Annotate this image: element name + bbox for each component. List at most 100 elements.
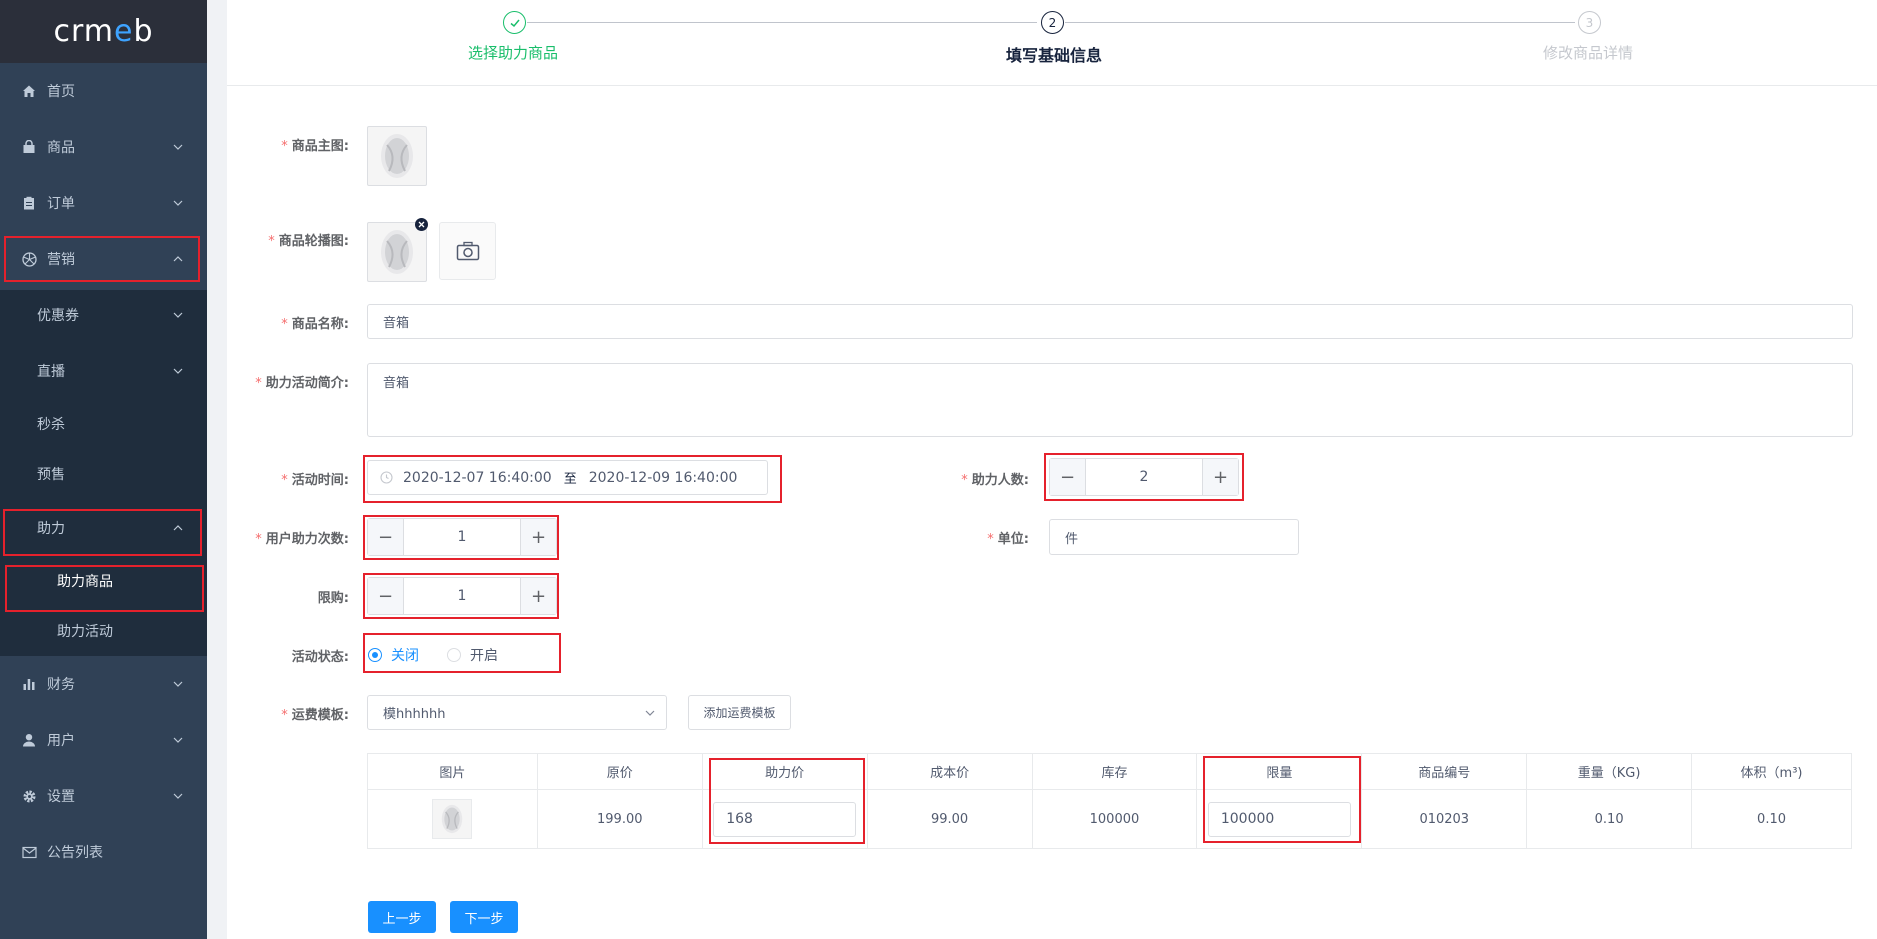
assist-people-value[interactable]: 2 <box>1086 459 1202 495</box>
sidebar-item-assist-products[interactable]: 助力商品 <box>0 556 207 606</box>
step-connector <box>1065 22 1575 23</box>
speaker-product-image <box>442 804 463 834</box>
limit-label: 限购: <box>317 591 349 606</box>
sidebar-item-marketing[interactable]: 营销 <box>0 231 207 287</box>
camera-icon <box>456 241 479 261</box>
decrement-button[interactable]: − <box>368 519 404 555</box>
sidebar-item-presale[interactable]: 预售 <box>0 449 207 499</box>
check-icon <box>510 19 520 27</box>
speaker-product-image <box>381 230 413 274</box>
date-separator: 至 <box>563 472 577 487</box>
row-image <box>367 789 538 849</box>
upload-image-button[interactable] <box>439 222 496 280</box>
col-weight: 重量（KG) <box>1526 753 1693 790</box>
sidebar-item-assist[interactable]: 助力 <box>0 503 207 553</box>
step-1-label: 选择助力商品 <box>468 44 559 62</box>
status-off-radio[interactable]: 关闭 <box>368 645 419 665</box>
sidebar-item-finance[interactable]: 财务 <box>0 656 207 712</box>
remove-image-icon[interactable] <box>415 218 428 231</box>
start-date: 2020-12-07 16:40:00 <box>403 469 552 486</box>
time-label: * 活动时间: <box>281 473 349 488</box>
user-assist-value[interactable]: 1 <box>404 519 520 555</box>
sidebar-item-settings[interactable]: 设置 <box>0 768 207 824</box>
aperture-icon <box>21 251 37 267</box>
sidebar-item-announcements[interactable]: 公告列表 <box>0 824 207 880</box>
row-volume: 0.10 <box>1691 789 1852 849</box>
status-on-radio[interactable]: 开启 <box>447 645 498 665</box>
decrement-button[interactable]: − <box>368 578 404 614</box>
carousel-image-thumb[interactable] <box>367 222 427 282</box>
assist-people-stepper[interactable]: − 2 + <box>1049 458 1239 496</box>
shopping-bag-icon <box>21 139 37 155</box>
next-step-button[interactable]: 下一步 <box>450 901 518 933</box>
chevron-down-icon <box>173 737 183 743</box>
mail-icon <box>21 844 37 860</box>
sidebar-item-live[interactable]: 直播 <box>0 346 207 396</box>
unit-input[interactable]: 件 <box>1049 519 1299 555</box>
clipboard-icon <box>21 195 37 211</box>
increment-button[interactable]: + <box>1202 459 1238 495</box>
product-name-input[interactable]: 音箱 <box>367 304 1853 339</box>
row-sku: 010203 <box>1361 789 1528 849</box>
status-label: 活动状态: <box>291 650 349 665</box>
intro-label: * 助力活动简介: <box>255 376 349 391</box>
step-3-label: 修改商品详情 <box>1543 44 1634 62</box>
chevron-down-icon <box>173 681 183 687</box>
limit-quantity-input[interactable]: 100000 <box>1207 801 1351 837</box>
step-connector <box>527 22 1037 23</box>
sidebar-item-assist-activities[interactable]: 助力活动 <box>0 606 207 656</box>
sidebar-item-orders[interactable]: 订单 <box>0 175 207 231</box>
date-range-picker[interactable]: 2020-12-07 16:40:00 至 2020-12-09 16:40:0… <box>367 460 768 495</box>
sidebar-item-users[interactable]: 用户 <box>0 712 207 768</box>
sidebar: crmeb 首页 商品 订单 营销 优惠券 直播 秒杀 预售 助力 助力商品 <box>0 0 207 939</box>
col-original-price: 原价 <box>536 753 703 790</box>
sidebar-item-products[interactable]: 商品 <box>0 119 207 175</box>
step-2-active: 2 <box>1041 11 1064 34</box>
logo[interactable]: crm e b <box>0 0 207 63</box>
table-row: 199.00 168 99.00 100000 100000 010203 0.… <box>367 789 1852 849</box>
intro-textarea[interactable]: 音箱 <box>367 363 1853 437</box>
chevron-down-icon <box>173 793 183 799</box>
unit-label: * 单位: <box>987 532 1029 547</box>
table-header-row: 图片 原价 助力价 成本价 库存 限量 商品编号 重量（KG) 体积（m³) <box>367 753 1852 790</box>
step-3-pending: 3 <box>1578 11 1601 34</box>
sidebar-item-flash-sale[interactable]: 秒杀 <box>0 399 207 449</box>
gear-icon <box>21 788 37 804</box>
sku-table: 图片 原价 助力价 成本价 库存 限量 商品编号 重量（KG) 体积（m³) 1… <box>367 753 1852 849</box>
row-cost-price: 99.00 <box>866 789 1033 849</box>
sidebar-item-coupons[interactable]: 优惠券 <box>0 290 207 340</box>
step-1-done <box>503 11 526 34</box>
col-limit: 限量 <box>1196 753 1363 790</box>
steps: 选择助力商品 2 填写基础信息 3 修改商品详情 <box>227 0 1877 86</box>
user-assist-stepper[interactable]: − 1 + <box>367 518 557 556</box>
row-assist-price-cell: 168 <box>701 789 868 849</box>
limit-stepper[interactable]: − 1 + <box>367 577 557 615</box>
col-sku: 商品编号 <box>1361 753 1528 790</box>
chevron-down-icon <box>173 200 183 206</box>
limit-value[interactable]: 1 <box>404 578 520 614</box>
increment-button[interactable]: + <box>520 578 556 614</box>
col-cost-price: 成本价 <box>866 753 1033 790</box>
row-stock: 100000 <box>1031 789 1198 849</box>
assist-price-input[interactable]: 168 <box>713 801 857 837</box>
chevron-down-icon <box>173 368 183 374</box>
chevron-down-icon <box>173 144 183 150</box>
shipping-template-select[interactable]: 模hhhhhh <box>367 695 667 730</box>
sku-image-thumb[interactable] <box>432 799 473 839</box>
speaker-product-image <box>381 134 413 178</box>
prev-step-button[interactable]: 上一步 <box>368 901 436 933</box>
col-volume: 体积（m³) <box>1691 753 1852 790</box>
carousel-label: * 商品轮播图: <box>268 234 349 249</box>
row-weight: 0.10 <box>1526 789 1693 849</box>
add-shipping-template-button[interactable]: 添加运费模板 <box>688 695 791 730</box>
decrement-button[interactable]: − <box>1050 459 1086 495</box>
increment-button[interactable]: + <box>520 519 556 555</box>
main-image-thumb[interactable] <box>367 126 427 186</box>
end-date: 2020-12-09 16:40:00 <box>588 469 738 486</box>
col-stock: 库存 <box>1031 753 1198 790</box>
home-icon <box>21 83 37 99</box>
sidebar-item-home[interactable]: 首页 <box>0 63 207 119</box>
name-label: * 商品名称: <box>281 317 349 332</box>
clock-icon <box>380 471 393 484</box>
row-original-price: 199.00 <box>536 789 703 849</box>
